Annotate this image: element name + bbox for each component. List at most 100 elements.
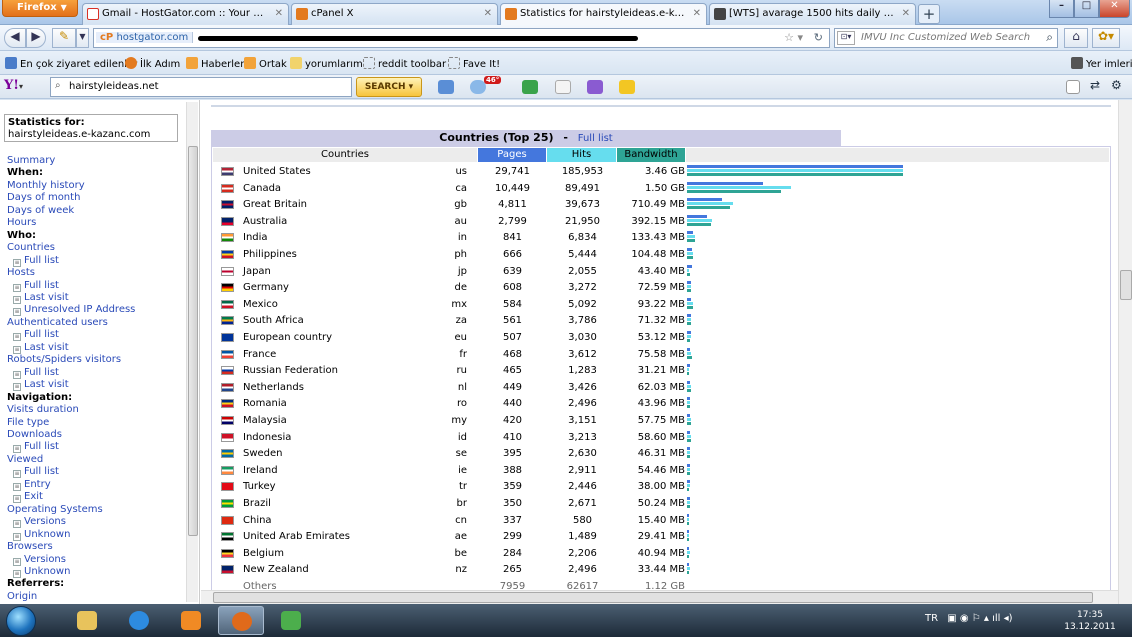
table-row: Sweden se 395 2,630 46.31 MB — [213, 445, 1110, 462]
tab-title: cPanel X — [311, 8, 354, 19]
reload-icon[interactable]: ↻ — [814, 31, 823, 44]
language-indicator[interactable]: TR — [925, 613, 938, 624]
main-scrollbar[interactable] — [1118, 100, 1132, 604]
menu-link[interactable]: Summary — [7, 155, 185, 167]
hits-bar — [687, 418, 691, 421]
flickr-icon[interactable] — [555, 80, 571, 94]
windows-start-icon[interactable] — [6, 606, 36, 636]
bookmark-reddit-toolbar[interactable]: reddit toolbar — [363, 57, 446, 70]
menu-link[interactable]: Downloads — [7, 429, 185, 441]
tray-icons[interactable]: ▣ ◉ ⚐ ▴ ıll ◂) — [947, 613, 1012, 624]
mail-icon[interactable] — [438, 80, 454, 94]
system-clock[interactable]: 17:35 13.12.2011 — [1062, 609, 1118, 633]
messenger-icon[interactable] — [619, 80, 635, 94]
search-engine-icon[interactable]: ⊡▾ — [837, 31, 855, 45]
bookmark-news[interactable]: Haberler — [186, 57, 244, 70]
menu-link[interactable]: ≡ Entry — [7, 479, 185, 491]
menu-link[interactable]: Hours — [7, 217, 185, 229]
menu-link[interactable]: Authenticated users — [7, 317, 185, 329]
left-scrollbar[interactable] — [186, 102, 198, 602]
menu-link[interactable]: ≡ Unresolved IP Address — [7, 304, 185, 317]
menu-link[interactable]: Browsers — [7, 541, 185, 553]
horizontal-scrollbar[interactable] — [201, 590, 1118, 604]
addon-gear-icon[interactable]: ✿▾ — [1092, 28, 1120, 48]
close-window-button[interactable]: ✕ — [1099, 0, 1130, 18]
url-bar[interactable]: cP hostgator.com ☆ ▾ ↻ — [93, 28, 830, 48]
hits-bar — [687, 318, 691, 322]
countries-full-list-link[interactable]: Full list — [578, 133, 613, 144]
menu-link[interactable]: ≡ Exit — [7, 491, 185, 504]
menu-link[interactable]: ≡ Last visit — [7, 342, 185, 354]
menu-link[interactable]: Monthly history — [7, 180, 185, 192]
menu-link[interactable]: Origin — [7, 591, 185, 603]
forward-button[interactable]: ▶ — [26, 28, 46, 48]
bookmark-fave-it[interactable]: Fave It! — [448, 57, 500, 70]
menu-link[interactable]: ≡ Versions — [7, 554, 185, 566]
bookmark-star-icon[interactable]: ☆ ▾ — [784, 31, 803, 44]
menu-link[interactable]: Viewed — [7, 454, 185, 466]
scrollbar-thumb[interactable] — [188, 146, 198, 536]
menu-link[interactable]: Robots/Spiders visitors — [7, 354, 185, 366]
yahoo-search-input[interactable]: ⌕ hairstyleideas.net — [50, 77, 352, 97]
country-flag-icon — [221, 216, 234, 226]
pencil-icon[interactable]: ✎ — [52, 28, 76, 48]
games-icon[interactable] — [587, 80, 603, 94]
menu-link[interactable]: Operating Systems — [7, 504, 185, 516]
bookmark-yorumlarim[interactable]: yorumlarım — [290, 57, 363, 70]
close-icon[interactable]: ✕ — [275, 8, 283, 19]
bookmark-most-visited[interactable]: En çok ziyaret edilenler — [5, 57, 137, 70]
scrollbar-thumb[interactable] — [1120, 270, 1132, 300]
new-tab-button[interactable]: + — [918, 4, 940, 24]
menu-link[interactable]: ≡ Unknown — [7, 529, 185, 541]
bandwidth-value: 54.46 MB — [637, 464, 685, 476]
tab-gmail[interactable]: Gmail - HostGator.com :: Your Accou... ✕ — [82, 3, 289, 25]
menu-link[interactable]: ≡ Unknown — [7, 566, 185, 578]
menu-link[interactable]: Days of week — [7, 205, 185, 217]
tab-wts[interactable]: [WTS] avarage 1500 hits daily -%100 l...… — [709, 3, 916, 25]
back-button[interactable]: ◀ — [4, 28, 26, 48]
menu-link[interactable]: ≡ Full list — [7, 280, 185, 292]
yahoo-logo-icon[interactable]: Y!▾ — [4, 78, 23, 93]
taskbar-firefox[interactable] — [218, 606, 264, 635]
chevron-down-icon[interactable]: ▼ — [76, 28, 89, 48]
close-icon[interactable]: ✕ — [693, 8, 701, 19]
menu-link[interactable]: Countries — [7, 242, 185, 254]
bookmark-ortak[interactable]: Ortak — [244, 57, 287, 70]
menu-label: Referrers: — [7, 578, 65, 590]
menu-link[interactable]: File type — [7, 417, 185, 429]
list-icon[interactable] — [1066, 80, 1080, 94]
web-search-input[interactable]: ⊡▾ IMVU Inc Customized Web Search ⌕ — [834, 28, 1058, 48]
menu-link[interactable]: ≡ Full list — [7, 466, 185, 479]
menu-link[interactable]: Days of month — [7, 192, 185, 204]
url-site-identity[interactable]: cP hostgator.com — [96, 32, 194, 43]
menu-link[interactable]: ≡ Last visit — [7, 292, 185, 304]
close-icon[interactable]: ✕ — [902, 8, 910, 19]
menu-link[interactable]: Visits duration — [7, 404, 185, 416]
scrollbar-thumb[interactable] — [213, 592, 1093, 603]
menu-link[interactable]: ≡ Full list — [7, 441, 185, 454]
taskbar-ie[interactable] — [116, 606, 162, 635]
search-icon[interactable]: ⌕ — [1046, 30, 1053, 45]
close-icon[interactable]: ✕ — [484, 8, 492, 19]
bookmarks-menu[interactable]: Yer imleri — [1071, 57, 1132, 70]
menu-link[interactable]: ≡ Full list — [7, 255, 185, 267]
menu-link[interactable]: ≡ Versions — [7, 516, 185, 529]
menu-link[interactable]: ≡ Last visit — [7, 379, 185, 392]
menu-link[interactable]: ≡ Full list — [7, 329, 185, 342]
firefox-menu-button[interactable]: Firefox ▼ — [2, 0, 78, 17]
tab-statistics[interactable]: Statistics for hairstyleideas.e-kazanc.c… — [500, 3, 707, 25]
taskbar-media-player[interactable] — [168, 606, 214, 635]
finance-icon[interactable] — [522, 80, 538, 94]
minimize-button[interactable]: – — [1049, 0, 1074, 18]
taskbar-explorer[interactable] — [64, 606, 110, 635]
taskbar-network-app[interactable] — [268, 606, 314, 635]
bookmark-getting-started[interactable]: İlk Adım — [125, 57, 180, 70]
tab-cpanel[interactable]: cPanel X ✕ — [291, 3, 498, 25]
gear-icon[interactable]: ⚙ — [1111, 78, 1125, 92]
yahoo-search-button[interactable]: SEARCH ▾ — [356, 77, 422, 97]
maximize-button[interactable]: □ — [1074, 0, 1099, 18]
menu-link[interactable]: Hosts — [7, 267, 185, 279]
menu-link[interactable]: ≡ Full list — [7, 367, 185, 379]
arrows-icon[interactable]: ⇄ — [1090, 78, 1102, 92]
home-button[interactable]: ⌂ — [1064, 28, 1088, 48]
